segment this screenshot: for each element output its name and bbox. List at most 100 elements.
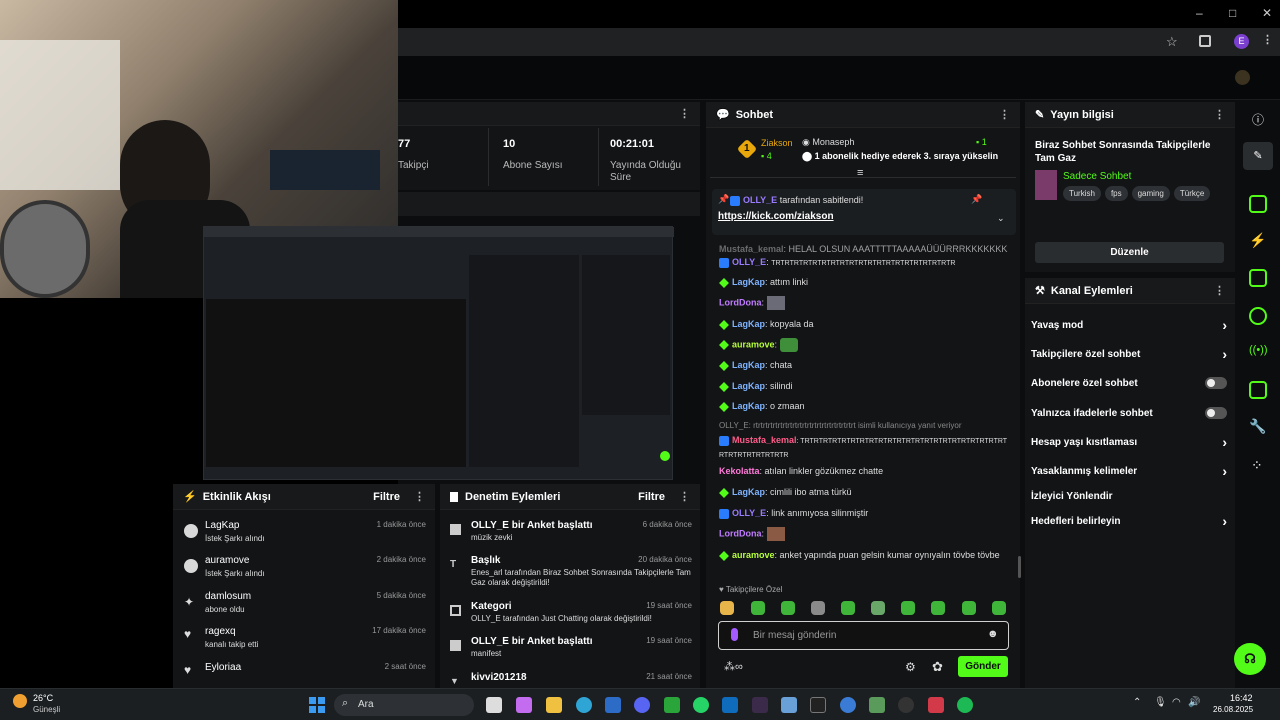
extensions-icon[interactable] <box>1199 35 1211 47</box>
user-avatar[interactable] <box>1235 70 1250 85</box>
chat-username[interactable]: LordDona <box>719 297 762 307</box>
activity-user[interactable]: Eyloriaa <box>205 662 241 673</box>
crop-icon[interactable] <box>1249 195 1267 213</box>
activity-menu-icon[interactable]: ⋮ <box>414 490 425 503</box>
chat-username[interactable]: LagKap <box>732 487 765 497</box>
app-icon[interactable] <box>752 697 768 713</box>
clock-time[interactable]: 16:42 <box>1230 693 1253 703</box>
tray-chevron-icon[interactable]: ⌃ <box>1133 697 1141 708</box>
second-gifter[interactable]: ◉ Monaseph <box>802 137 854 148</box>
profile-avatar[interactable]: E <box>1234 34 1249 49</box>
channel-actions-menu-icon[interactable]: ⋮ <box>1214 284 1225 297</box>
activity-user[interactable]: LagKap <box>205 520 239 531</box>
channel-action-followers-only[interactable]: Takipçilere özel sohbet › <box>1031 346 1227 362</box>
broadcast-icon[interactable]: ((•)) <box>1249 344 1268 362</box>
activity-user[interactable]: ragexq <box>205 626 236 637</box>
moderation-filter-button[interactable]: Filtre <box>638 491 665 503</box>
chat-username[interactable]: auramove <box>732 550 775 560</box>
mic-icon[interactable] <box>731 628 738 641</box>
emote-only-toggle[interactable] <box>1205 407 1227 419</box>
app-icon[interactable] <box>869 697 885 713</box>
windows-start-icon[interactable] <box>309 697 325 713</box>
file-explorer-icon[interactable] <box>546 697 562 713</box>
chat-username[interactable]: OLLY_E <box>732 257 766 267</box>
chat-username[interactable]: Mustafa_kemal <box>719 244 784 254</box>
pinned-user[interactable]: OLLY_E <box>743 195 777 205</box>
top-gifter-name[interactable]: Ziakson <box>761 138 793 148</box>
subscribers-only-toggle[interactable] <box>1205 377 1227 389</box>
wrench-icon[interactable]: 🔧 <box>1249 418 1267 436</box>
spotify-icon[interactable] <box>957 697 973 713</box>
outlook-icon[interactable] <box>722 697 738 713</box>
category-link[interactable]: Sadece Sohbet <box>1063 171 1131 182</box>
task-view-icon[interactable] <box>486 697 502 713</box>
unpin-icon[interactable]: 📌 <box>971 194 982 205</box>
mic-tray-icon[interactable]: 🎙 <box>1154 697 1167 708</box>
discord-icon[interactable] <box>634 697 650 713</box>
weather-desc[interactable]: Güneşli <box>33 705 60 714</box>
emote-button[interactable] <box>811 601 825 615</box>
channel-action-slow-mode[interactable]: Yavaş mod › <box>1031 317 1227 333</box>
stats-menu-icon[interactable]: ⋮ <box>679 107 690 120</box>
maximize-button[interactable]: □ <box>1229 6 1236 20</box>
chat-input-box[interactable]: Bir mesaj gönderin ☻ <box>718 621 1009 650</box>
taskbar-search[interactable]: ⌕ Ara <box>334 694 474 716</box>
tag-chip[interactable]: Türkçe <box>1173 186 1211 201</box>
browser-menu-icon[interactable]: ⋮ <box>1262 33 1273 46</box>
edit-stream-button[interactable]: Düzenle <box>1035 242 1224 263</box>
notes-icon[interactable] <box>1249 269 1267 287</box>
chat-username[interactable]: Mustafa_kemal <box>732 435 797 445</box>
support-chat-icon[interactable]: ☊ <box>1234 643 1266 675</box>
channel-action-banned-words[interactable]: Yasaklanmış kelimeler › <box>1031 463 1227 479</box>
settings-app-icon[interactable] <box>781 697 797 713</box>
chat-username[interactable]: auramove <box>732 339 775 349</box>
emote-button[interactable] <box>901 601 915 615</box>
emote-button[interactable] <box>781 601 795 615</box>
chevron-down-icon[interactable]: ⌄ <box>997 213 1005 224</box>
send-button[interactable]: Gönder <box>958 656 1008 677</box>
channel-action-goals[interactable]: Hedefleri belirleyin › <box>1031 513 1227 529</box>
chat-username[interactable]: LagKap <box>732 360 765 370</box>
activity-user[interactable]: damlosum <box>205 591 251 602</box>
weather-temp[interactable]: 26°C <box>33 693 53 703</box>
tag-chip[interactable]: fps <box>1104 186 1128 201</box>
chrome-icon[interactable] <box>840 697 856 713</box>
bookmark-star-icon[interactable]: ☆ <box>1166 34 1178 50</box>
tag-chip[interactable]: gaming <box>1131 186 1170 201</box>
emote-button[interactable] <box>992 601 1006 615</box>
pinned-link[interactable]: https://kick.com/ziakson <box>718 211 834 222</box>
clock-date[interactable]: 26.08.2025 <box>1213 705 1253 714</box>
chat-username[interactable]: Kekolatta <box>719 466 760 476</box>
chat-username[interactable]: LordDona <box>719 528 762 538</box>
channel-action-account-age[interactable]: Hesap yaşı kısıtlaması › <box>1031 434 1227 450</box>
info-icon[interactable]: ⓘ <box>1252 111 1264 128</box>
chat-username[interactable]: LagKap <box>732 381 765 391</box>
close-button[interactable]: ✕ <box>1262 6 1272 20</box>
epic-games-icon[interactable] <box>810 697 826 713</box>
emoji-icon[interactable]: ☻ <box>987 628 999 640</box>
emote-button[interactable] <box>931 601 945 615</box>
tag-chip[interactable]: Turkish <box>1063 186 1101 201</box>
store-icon[interactable] <box>605 697 621 713</box>
channel-action-host[interactable]: İzleyici Yönlendir <box>1031 491 1227 502</box>
stream-preview[interactable] <box>203 226 674 480</box>
stream-info-menu-icon[interactable]: ⋮ <box>1214 108 1225 121</box>
copilot-icon[interactable] <box>516 697 532 713</box>
chat-username[interactable]: LagKap <box>732 319 765 329</box>
whatsapp-icon[interactable] <box>693 697 709 713</box>
chat-scrollbar[interactable] <box>1018 556 1021 578</box>
obs-icon[interactable] <box>898 697 914 713</box>
emote-button[interactable] <box>751 601 765 615</box>
minimize-button[interactable]: – <box>1196 6 1203 20</box>
activity-user[interactable]: auramove <box>205 555 249 566</box>
edge-icon[interactable] <box>576 697 592 713</box>
chat-username[interactable]: LagKap <box>732 401 765 411</box>
app-icon[interactable] <box>928 697 944 713</box>
wifi-icon[interactable]: ◠ <box>1172 697 1181 708</box>
emote-button[interactable] <box>720 601 734 615</box>
settings-gear-icon[interactable]: ⚙ <box>905 660 916 674</box>
xbox-icon[interactable] <box>664 697 680 713</box>
apps-icon[interactable]: ⁘ <box>1251 457 1263 474</box>
layout-icon[interactable] <box>1249 381 1267 399</box>
emote-button[interactable] <box>962 601 976 615</box>
